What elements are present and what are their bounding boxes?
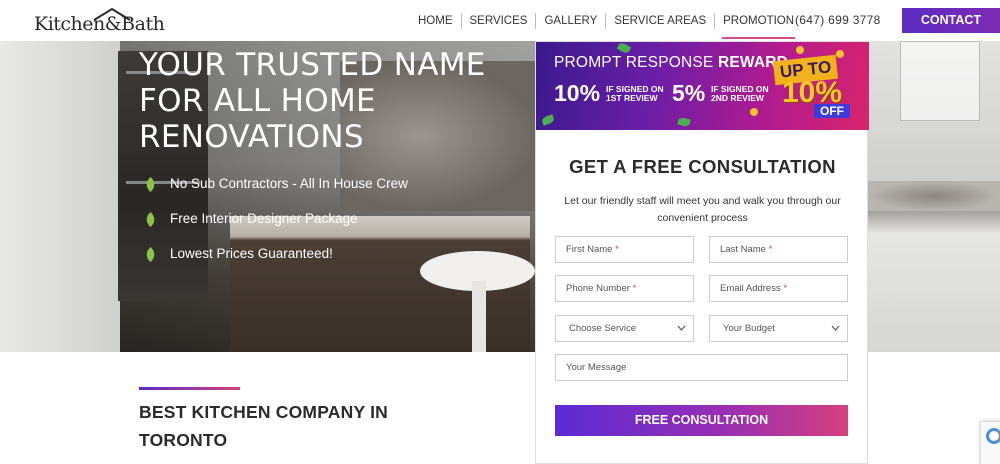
main-nav: HOME SERVICES GALLERY SERVICE AREAS PROM… bbox=[410, 0, 802, 41]
leaf-icon bbox=[146, 177, 155, 192]
site-header: Kitchen&Bath HOME SERVICES GALLERY SERVI… bbox=[0, 0, 1000, 41]
free-consultation-button[interactable]: FREE CONSULTATION bbox=[555, 405, 848, 436]
discount-badge: UP TO 10% OFF bbox=[758, 54, 858, 122]
recaptcha-badge[interactable] bbox=[980, 421, 1000, 464]
promo-offer1-text: IF SIGNED ON 1ST REVIEW bbox=[606, 84, 664, 103]
last-name-field[interactable]: Last Name * bbox=[709, 236, 848, 263]
logo[interactable]: Kitchen&Bath bbox=[34, 7, 165, 35]
chevron-down-icon bbox=[677, 325, 686, 331]
phone-field[interactable]: Phone Number * bbox=[555, 275, 694, 302]
promo-offer1-pct: 10% bbox=[554, 80, 601, 106]
nav-promotion[interactable]: PROMOTION bbox=[714, 12, 802, 39]
chevron-down-icon bbox=[831, 325, 840, 331]
service-select[interactable]: Choose Service bbox=[555, 315, 694, 342]
message-field[interactable]: Your Message bbox=[555, 354, 848, 381]
budget-select[interactable]: Your Budget bbox=[709, 315, 848, 342]
hero-bullet-list: No Sub Contractors - All In House Crew F… bbox=[145, 174, 408, 279]
form-title: GET A FREE CONSULTATION bbox=[569, 156, 836, 177]
section-heading: BEST KITCHEN COMPANY IN TORONTO bbox=[139, 402, 388, 450]
hero-bullet: Free Interior Designer Package bbox=[145, 209, 408, 244]
nav-services[interactable]: SERVICES bbox=[460, 12, 536, 29]
leaf-icon bbox=[146, 247, 155, 262]
promo-heading: PROMPT RESPONSE REWARD bbox=[554, 54, 789, 71]
hero-bullet: No Sub Contractors - All In House Crew bbox=[145, 174, 408, 209]
logo-text: Kitchen&Bath bbox=[34, 13, 165, 35]
hero-title: YOUR TRUSTED NAME FOR ALL HOME RENOVATIO… bbox=[139, 47, 486, 155]
nav-home[interactable]: HOME bbox=[410, 13, 461, 29]
consultation-card: PROMPT RESPONSE REWARD 10% IF SIGNED ON … bbox=[535, 41, 869, 464]
first-name-field[interactable]: First Name * bbox=[555, 236, 694, 263]
leaf-icon bbox=[146, 212, 155, 227]
recaptcha-icon bbox=[986, 428, 1000, 444]
section-accent-line bbox=[139, 387, 240, 390]
phone-link[interactable]: (647) 699 3778 bbox=[795, 13, 881, 27]
nav-gallery[interactable]: GALLERY bbox=[535, 12, 605, 29]
contact-button[interactable]: CONTACT bbox=[902, 8, 1000, 33]
hero-bullet-text: No Sub Contractors - All In House Crew bbox=[170, 176, 408, 191]
hero-bullet-text: Lowest Prices Guaranteed! bbox=[170, 246, 333, 261]
kitchen-photo-cabinets bbox=[0, 41, 120, 352]
hero-bullet-text: Free Interior Designer Package bbox=[170, 211, 358, 226]
email-field[interactable]: Email Address * bbox=[709, 275, 848, 302]
form-subtitle: Let our friendly staff will meet you and… bbox=[564, 195, 841, 224]
nav-service-areas[interactable]: SERVICE AREAS bbox=[605, 12, 714, 29]
promo-offer2-pct: 5% bbox=[672, 80, 706, 106]
promo-banner[interactable]: PROMPT RESPONSE REWARD 10% IF SIGNED ON … bbox=[536, 42, 869, 130]
hero-bullet: Lowest Prices Guaranteed! bbox=[145, 244, 408, 279]
